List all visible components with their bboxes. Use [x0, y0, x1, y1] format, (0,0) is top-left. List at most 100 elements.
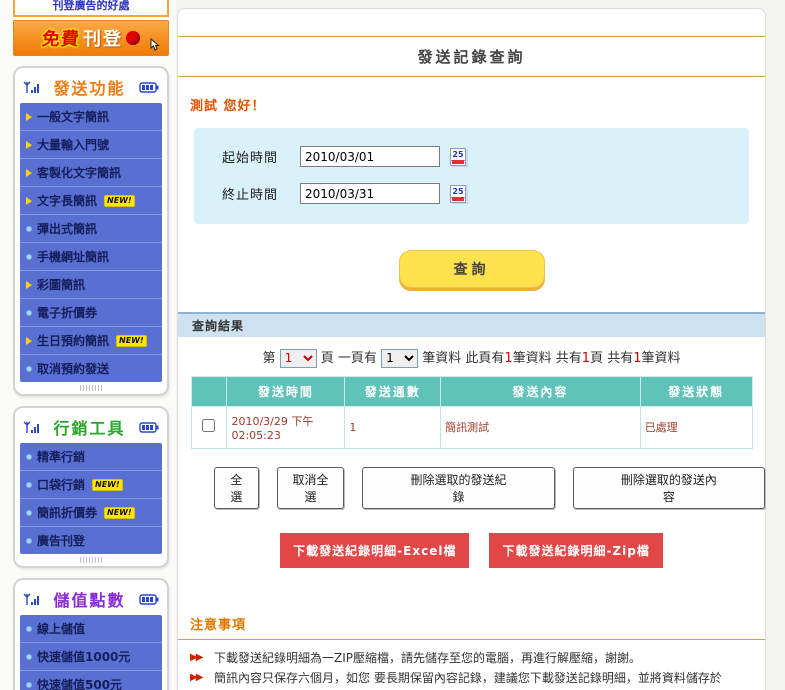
- page-title: 發送記錄查詢: [178, 37, 765, 76]
- hand-cursor-icon: [147, 38, 160, 53]
- sidebar-item-label: 線上儲值: [37, 620, 85, 637]
- sidebar-item-customized-text-sms[interactable]: 客製化文字簡訊: [20, 159, 162, 187]
- sidebar-item-label: 口袋行銷: [37, 476, 85, 493]
- calendar-icon[interactable]: 25: [450, 185, 466, 203]
- delete-selected-content-button[interactable]: 刪除選取的發送內容: [573, 467, 765, 509]
- dot-bullet-icon: [26, 254, 32, 260]
- select-all-button[interactable]: 全選: [214, 467, 259, 509]
- section-title: 行銷工具: [53, 415, 125, 439]
- new-badge: NEW!: [116, 335, 147, 347]
- free-publish-ad-banner[interactable]: 免費 刊登: [13, 20, 169, 56]
- battery-icon: [139, 594, 159, 605]
- calendar-strip: [452, 197, 464, 201]
- signal-icon: [23, 593, 40, 606]
- pager-count: 1: [582, 351, 590, 366]
- sidebar-item-sms-coupon[interactable]: 簡訊折價券 NEW!: [20, 499, 162, 527]
- ad-free-label: 免費: [41, 25, 82, 51]
- dot-bullet-icon: [26, 366, 32, 372]
- dot-bullet-icon: [26, 538, 32, 544]
- sidebar-section-marketing-tools: 行銷工具 精準行銷 口袋行銷 NEW! 簡訊折價券 NEW! 廣告刊登: [13, 406, 169, 568]
- sidebar-item-cancel-scheduled-send[interactable]: 取消預約發送: [20, 355, 162, 382]
- section-title: 儲值點數: [53, 587, 125, 611]
- dot-bullet-icon: [26, 626, 32, 632]
- ad-text-banner[interactable]: 刊登廣告的好處: [13, 0, 169, 17]
- start-time-input[interactable]: [300, 146, 440, 167]
- calendar-strip: [452, 160, 464, 164]
- section-title: 發送功能: [53, 75, 125, 99]
- box-grip: [80, 385, 102, 391]
- signal-icon: [23, 81, 40, 94]
- sidebar-item-e-coupon[interactable]: 電子折價券: [20, 299, 162, 327]
- dot-bullet-icon: [26, 682, 32, 688]
- pager-text: 第: [263, 351, 276, 366]
- user-greeting: 測試 您好！: [190, 95, 765, 114]
- dot-bullet-icon: [26, 454, 32, 460]
- sidebar-item-picture-sms[interactable]: 彩圖簡訊: [20, 271, 162, 299]
- end-time-input[interactable]: [300, 183, 440, 204]
- download-button-row: 下載發送紀錄明細-Excel檔 下載發送紀錄明細-Zip檔: [178, 533, 765, 568]
- note-text: 簡訊內容只保存六個月，如您 要長期保留內容記錄，建議您下載發送記錄明細，並將資料…: [214, 668, 733, 690]
- pager-text: 筆資料: [641, 351, 680, 366]
- start-time-label: 起始時間: [222, 147, 300, 166]
- section-header: 儲值點數: [20, 583, 162, 615]
- dot-bullet-icon: [26, 510, 32, 516]
- sidebar-item-online-topup[interactable]: 線上儲值: [20, 615, 162, 643]
- sidebar-item-label: 手機網址簡訊: [37, 248, 109, 265]
- sidebar-item-bulk-number-input[interactable]: 大量輸入門號: [20, 131, 162, 159]
- arrow-bullet-icon: [26, 169, 32, 177]
- sidebar-item-ad-publishing[interactable]: 廣告刊登: [20, 527, 162, 554]
- arrow-bullet-icon: [26, 113, 32, 121]
- sidebar-item-precision-marketing[interactable]: 精準行銷: [20, 443, 162, 471]
- row-checkbox[interactable]: [202, 419, 215, 432]
- section-header: 發送功能: [20, 71, 162, 103]
- sidebar-item-pocket-marketing[interactable]: 口袋行銷 NEW!: [20, 471, 162, 499]
- action-button-row: 全選 取消全選 刪除選取的發送紀錄 刪除選取的發送內容: [214, 467, 765, 509]
- arrow-bullet-icon: [26, 141, 32, 149]
- dot-bullet-icon: [26, 482, 32, 488]
- new-badge: NEW!: [92, 479, 123, 491]
- pager-text: 筆資料 此頁有: [422, 351, 504, 366]
- divider: [178, 76, 765, 77]
- sidebar-item-quick-topup-500[interactable]: 快速儲值500元: [20, 671, 162, 690]
- sidebar-item-quick-topup-1000[interactable]: 快速儲值1000元: [20, 643, 162, 671]
- column-header-send-time: 發送時間: [227, 376, 345, 406]
- deselect-all-button[interactable]: 取消全選: [277, 467, 345, 509]
- pager-count: 1: [504, 351, 512, 366]
- sidebar-item-label: 客製化文字簡訊: [37, 164, 121, 181]
- note-item: ▶▶ 下載發送紀錄明細為一ZIP壓縮檔，請先儲存至您的電腦，再進行解壓縮，謝謝。: [190, 648, 753, 668]
- new-badge: NEW!: [104, 195, 135, 207]
- sidebar-item-label: 簡訊折價券: [37, 504, 97, 521]
- ad-red-dot: [126, 31, 140, 45]
- date-range-form: 起始時間 25 終止時間 25: [194, 128, 749, 224]
- sidebar-item-long-text-sms[interactable]: 文字長簡訊NEW!: [20, 187, 162, 215]
- delete-selected-records-button[interactable]: 刪除選取的發送紀錄: [362, 467, 554, 509]
- arrow-bullet-icon: [26, 281, 32, 289]
- sidebar-item-birthday-scheduled-sms[interactable]: 生日預約簡訊NEW!: [20, 327, 162, 355]
- sidebar-item-label: 廣告刊登: [37, 532, 85, 549]
- send-records-table: 發送時間 發送通數 發送內容 發送狀態 2010/3/29 下午 02:05:2…: [191, 376, 753, 449]
- sidebar-item-label: 彩圖簡訊: [37, 276, 85, 293]
- main-content-panel: 發送記錄查詢 測試 您好！ 起始時間 25 終止時間 25 查詢 查詢結果 第 …: [177, 8, 766, 690]
- sidebar-item-popup-sms[interactable]: 彈出式簡訊: [20, 215, 162, 243]
- sidebar-item-mobile-url-sms[interactable]: 手機網址簡訊: [20, 243, 162, 271]
- divider: [178, 639, 765, 640]
- checkbox-column-header: [191, 376, 227, 406]
- cell-send-time: 2010/3/29 下午 02:05:23: [227, 406, 345, 448]
- sidebar-item-general-text-sms[interactable]: 一般文字簡訊: [20, 103, 162, 131]
- calendar-icon[interactable]: 25: [450, 148, 466, 166]
- end-time-row: 終止時間 25: [210, 183, 749, 204]
- cell-send-count: 1: [345, 406, 441, 448]
- new-badge: NEW!: [104, 507, 135, 519]
- results-section-header: 查詢結果: [178, 312, 765, 337]
- download-excel-button[interactable]: 下載發送紀錄明細-Excel檔: [280, 533, 469, 568]
- query-button[interactable]: 查詢: [399, 250, 545, 288]
- sidebar-item-label: 電子折價券: [37, 304, 97, 321]
- dot-bullet-icon: [26, 310, 32, 316]
- page-select[interactable]: 1: [280, 349, 317, 368]
- sidebar-section-stored-value-points: 儲值點數 線上儲值 快速儲值1000元 快速儲值500元: [13, 578, 169, 690]
- download-zip-button[interactable]: 下載發送紀錄明細-Zip檔: [489, 533, 662, 568]
- notes-section: 注意事項 ▶▶ 下載發送紀錄明細為一ZIP壓縮檔，請先儲存至您的電腦，再進行解壓…: [190, 614, 753, 690]
- pager-text: 頁 一頁有: [321, 351, 377, 366]
- sidebar: 刊登廣告的好處 免費 刊登 發送功能 一般文字簡訊 大量輸入門號: [13, 0, 169, 690]
- per-page-select[interactable]: 1: [381, 349, 418, 368]
